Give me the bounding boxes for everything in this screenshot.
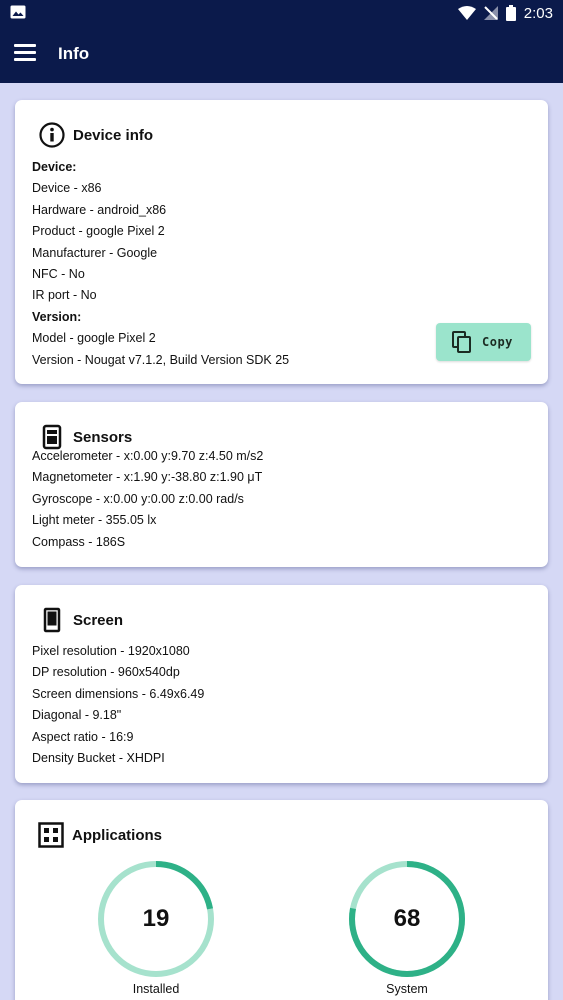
info-icon	[39, 122, 65, 148]
info-row: Compass - 186S	[32, 534, 126, 549]
info-row: Accelerometer - x:0.00 y:9.70 z:4.50 m/s…	[32, 449, 264, 463]
info-row: IR port - No	[32, 288, 97, 303]
device-info-header: Device info	[39, 122, 153, 148]
applications-header: Applications	[38, 822, 162, 848]
info-row: Light meter - 355.05 lx	[32, 513, 157, 528]
info-row: Magnetometer - x:1.90 y:-38.80 z:1.90 μT	[32, 470, 263, 485]
applications-card: Applications 19 Installed 68 System	[15, 800, 548, 1000]
info-row: Device - x86	[32, 181, 102, 196]
info-row: Aspect ratio - 16:9	[32, 729, 134, 744]
info-row: Version - Nougat v7.1.2, Build Version S…	[32, 352, 290, 367]
device-info-list: Device: Device - x86 Hardware - android_x8…	[32, 157, 289, 371]
installed-apps-ring: 19	[96, 859, 216, 979]
page-title: Info	[58, 44, 90, 63]
app-bar: Info	[0, 26, 563, 83]
sensors-card: Sensors Accelerometer - x:0.00 y:9.70 z:…	[15, 402, 548, 567]
apps-grid-icon	[38, 822, 64, 848]
info-row: DP resolution - 960x540dp	[32, 665, 180, 680]
screen-card: Screen Pixel resolution - 1920x1080 DP re…	[15, 585, 548, 783]
info-row: Hardware - android_x86	[32, 202, 167, 217]
info-row: Diagonal - 9.18"	[32, 708, 122, 723]
image-notification-icon	[10, 5, 26, 19]
no-signal-icon	[483, 6, 498, 20]
applications-title: Applications	[72, 826, 163, 844]
info-row: Density Bucket - XHDPI	[32, 750, 165, 765]
installed-label: Installed	[132, 982, 180, 996]
section-label: Device:	[32, 160, 77, 174]
info-row: Gyroscope - x:0.00 y:0.00 z:0.00 rad/s	[32, 491, 244, 506]
copy-button[interactable]: Copy	[436, 323, 531, 361]
installed-count: 19	[142, 905, 170, 932]
info-row: Model - google Pixel 2	[32, 331, 156, 346]
copy-icon	[452, 331, 471, 353]
wifi-icon	[457, 6, 476, 20]
battery-icon	[505, 5, 516, 21]
sensors-title: Sensors	[73, 428, 133, 446]
sensors-list: Accelerometer - x:0.00 y:9.70 z:4.50 m/s…	[32, 446, 263, 553]
menu-icon[interactable]	[14, 44, 36, 64]
phone-screen-icon	[43, 607, 61, 633]
status-time: 2:03	[523, 4, 553, 22]
screen-title: Screen	[73, 611, 124, 629]
system-count: 68	[393, 905, 421, 932]
info-row: Product - google Pixel 2	[32, 224, 165, 239]
copy-button-label: Copy	[482, 335, 513, 349]
info-row: Screen dimensions - 6.49x6.49	[32, 686, 205, 701]
info-row: NFC - No	[32, 266, 85, 281]
info-row: Manufacturer - Google	[32, 245, 158, 260]
info-row: Pixel resolution - 1920x1080	[32, 644, 190, 658]
section-label: Version:	[32, 309, 82, 324]
device-info-card: Device info Device: Device - x86 Hardware …	[15, 100, 548, 384]
device-info-title: Device info	[73, 126, 154, 144]
system-label: System	[386, 982, 428, 996]
screen-header: Screen	[39, 607, 123, 633]
system-apps-ring: 68	[347, 859, 467, 979]
status-bar: 2:03	[0, 0, 563, 26]
screen-list: Pixel resolution - 1920x1080 DP resolutio…	[32, 641, 204, 769]
